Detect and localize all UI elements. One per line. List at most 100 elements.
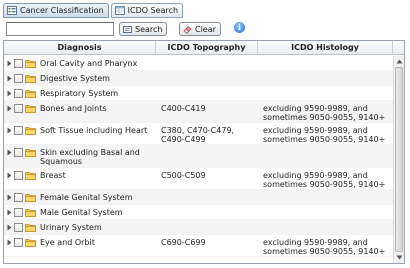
folder-icon <box>25 60 36 68</box>
diagnosis-label: Skin excluding Basal and Squamous <box>40 148 140 166</box>
grid-body: Oral Cavity and Pharynx Digestive System R… <box>4 56 393 257</box>
info-icon[interactable]: i <box>234 22 245 33</box>
diagnosis-cell: Urinary System <box>4 220 156 234</box>
table-row[interactable]: Eye and Orbit C690-C699 excluding 9590-998… <box>4 235 393 257</box>
expand-arrow-icon[interactable] <box>7 127 12 134</box>
expand-arrow-icon[interactable] <box>7 149 12 156</box>
topography-cell <box>156 145 258 167</box>
folder-icon <box>25 127 36 135</box>
row-checkbox[interactable] <box>14 74 23 83</box>
diagnosis-cell: Female Genital System <box>4 190 156 204</box>
diagnosis-cell: Eye and Orbit <box>4 235 156 256</box>
diagnosis-label: Bones and Joints <box>40 104 107 113</box>
table-row[interactable]: Respiratory System <box>4 86 393 101</box>
histology-cell <box>258 86 393 100</box>
tab-label: ICDO Search <box>127 6 179 15</box>
folder-icon <box>25 149 36 157</box>
diagnosis-cell: Respiratory System <box>4 86 156 100</box>
row-checkbox[interactable] <box>14 148 23 157</box>
diagnosis-cell: Skin excluding Basal and Squamous <box>4 145 156 167</box>
row-checkbox[interactable] <box>14 59 23 68</box>
histology-cell: excluding 9590-9989, and sometimes 9050-… <box>263 126 386 144</box>
diagnosis-label: Eye and Orbit <box>40 238 95 247</box>
row-checkbox[interactable] <box>14 104 23 113</box>
row-checkbox[interactable] <box>14 89 23 98</box>
table-row[interactable]: Soft Tissue including Heart C380, C470-C4… <box>4 123 393 145</box>
table-row[interactable]: Bones and Joints C400-C419 excluding 9590-… <box>4 101 393 123</box>
column-header-icdo-topography[interactable]: ICDO Topography <box>156 41 258 55</box>
topography-cell <box>156 220 258 234</box>
expand-arrow-icon[interactable] <box>7 75 12 82</box>
expand-arrow-icon[interactable] <box>7 194 12 201</box>
tab-icdo-search[interactable]: ICDO Search <box>110 3 184 18</box>
table-icon <box>114 6 125 15</box>
table-row[interactable]: Male Genital System <box>4 205 393 220</box>
table-row[interactable]: Breast C500-C509 excluding 9590-9989, and … <box>4 168 393 190</box>
diagnosis-cell: Digestive System <box>4 71 156 85</box>
folder-icon <box>25 105 36 113</box>
expand-arrow-icon[interactable] <box>7 105 12 112</box>
diagnosis-label: Digestive System <box>40 74 110 83</box>
folder-icon <box>25 224 36 232</box>
search-button[interactable]: Search <box>119 22 168 36</box>
search-input[interactable] <box>6 22 114 36</box>
scrollbar-thumb[interactable] <box>395 67 403 252</box>
search-toolbar: Search Clear i <box>3 22 258 36</box>
topography-cell <box>156 205 258 219</box>
search-button-label: Search <box>135 24 163 34</box>
expand-arrow-icon[interactable] <box>7 90 12 97</box>
histology-cell <box>258 145 393 167</box>
topography-cell <box>156 190 258 204</box>
row-checkbox[interactable] <box>14 171 23 180</box>
scroll-down-arrow-icon[interactable] <box>395 253 404 262</box>
topography-cell <box>156 86 258 100</box>
folder-icon <box>25 172 36 180</box>
histology-cell: excluding 9590-9989, and sometimes 9050-… <box>263 171 386 189</box>
diagnosis-cell: Breast <box>4 168 156 189</box>
diagnosis-label: Oral Cavity and Pharynx <box>40 59 138 68</box>
topography-cell: C500-C509 <box>161 171 206 180</box>
classification-grid: Diagnosis ICDO Topography ICDO Histology… <box>3 40 405 264</box>
clear-button[interactable]: Clear <box>179 22 221 36</box>
column-header-icdo-histology[interactable]: ICDO Histology <box>258 41 393 55</box>
expand-arrow-icon[interactable] <box>7 60 12 67</box>
folder-icon <box>25 239 36 247</box>
scroll-up-arrow-icon[interactable] <box>395 57 404 66</box>
vertical-scrollbar[interactable] <box>393 56 404 263</box>
histology-cell <box>258 220 393 234</box>
diagnosis-cell: Oral Cavity and Pharynx <box>4 56 156 70</box>
topography-cell: C690-C699 <box>161 238 206 247</box>
diagnosis-label: Breast <box>40 171 66 180</box>
topography-cell <box>156 71 258 85</box>
row-checkbox[interactable] <box>14 238 23 247</box>
expand-arrow-icon[interactable] <box>7 239 12 246</box>
histology-cell <box>258 71 393 85</box>
folder-icon <box>25 194 36 202</box>
diagnosis-cell: Male Genital System <box>4 205 156 219</box>
table-row[interactable]: Urinary System <box>4 220 393 235</box>
row-checkbox[interactable] <box>14 208 23 217</box>
expand-arrow-icon[interactable] <box>7 224 12 231</box>
histology-cell: excluding 9590-9989, and sometimes 9050-… <box>263 104 386 122</box>
search-icon <box>123 25 132 34</box>
diagnosis-label: Female Genital System <box>40 193 133 202</box>
tab-cancer-classification[interactable]: Cancer Classification <box>3 3 109 18</box>
row-checkbox[interactable] <box>14 193 23 202</box>
diagnosis-label: Respiratory System <box>40 89 119 98</box>
diagnosis-cell: Soft Tissue including Heart <box>4 123 156 144</box>
folder-icon <box>25 209 36 217</box>
diagnosis-label: Male Genital System <box>40 208 123 217</box>
table-row[interactable]: Oral Cavity and Pharynx <box>4 56 393 71</box>
table-row[interactable]: Digestive System <box>4 71 393 86</box>
tree-list-icon <box>7 6 17 15</box>
topography-cell: C380, C470-C479, C490-C499 <box>161 126 235 144</box>
row-checkbox[interactable] <box>14 223 23 232</box>
column-header-diagnosis[interactable]: Diagnosis <box>4 41 156 55</box>
expand-arrow-icon[interactable] <box>7 172 12 179</box>
histology-cell <box>258 205 393 219</box>
row-checkbox[interactable] <box>14 126 23 135</box>
clear-button-label: Clear <box>195 24 216 34</box>
expand-arrow-icon[interactable] <box>7 209 12 216</box>
table-row[interactable]: Skin excluding Basal and Squamous <box>4 145 393 168</box>
table-row[interactable]: Female Genital System <box>4 190 393 205</box>
